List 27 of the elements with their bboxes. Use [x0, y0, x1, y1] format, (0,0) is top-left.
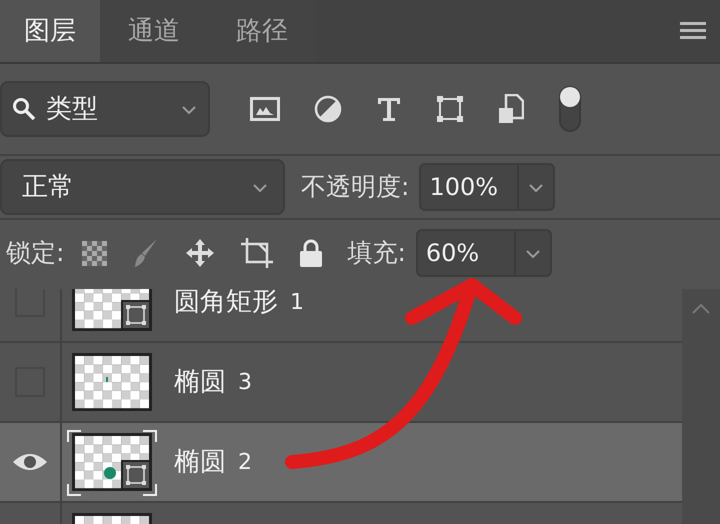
lock-icon[interactable] — [299, 239, 324, 267]
opacity-field[interactable]: 100% — [419, 163, 556, 211]
image-icon[interactable] — [250, 97, 280, 121]
shape-icon[interactable] — [436, 95, 464, 123]
opacity-label: 不透明度: — [301, 171, 410, 204]
layer-number: 1 — [290, 289, 304, 316]
crop-icon[interactable] — [241, 238, 274, 268]
search-icon — [12, 97, 36, 121]
layer-row[interactable]: 椭圆 3 — [0, 343, 682, 423]
menu-icon[interactable] — [680, 20, 706, 42]
panel-tab[interactable]: 图层 — [0, 0, 100, 62]
layer-name: 椭圆 — [174, 366, 226, 398]
blend-mode-dropdown[interactable]: 正常 — [0, 159, 285, 215]
filter-toggle-icon[interactable] — [558, 85, 582, 133]
layer-row[interactable]: 椭圆 2 — [0, 423, 682, 503]
fill-label: 填充: — [347, 237, 406, 270]
move-icon[interactable] — [185, 238, 216, 268]
layer-name: 椭圆 — [174, 446, 226, 478]
fill-field[interactable]: 60% — [416, 229, 552, 277]
filter-dropdown[interactable]: 类型 — [0, 81, 210, 137]
checkerboard-icon[interactable] — [82, 240, 108, 266]
lock-label: 锁定: — [6, 237, 64, 270]
layer-number: 2 — [238, 448, 252, 476]
layer-number: 3 — [238, 368, 252, 396]
adjustment-icon[interactable] — [314, 95, 342, 123]
smart-object-icon[interactable] — [498, 94, 524, 124]
text-icon[interactable] — [376, 96, 402, 122]
